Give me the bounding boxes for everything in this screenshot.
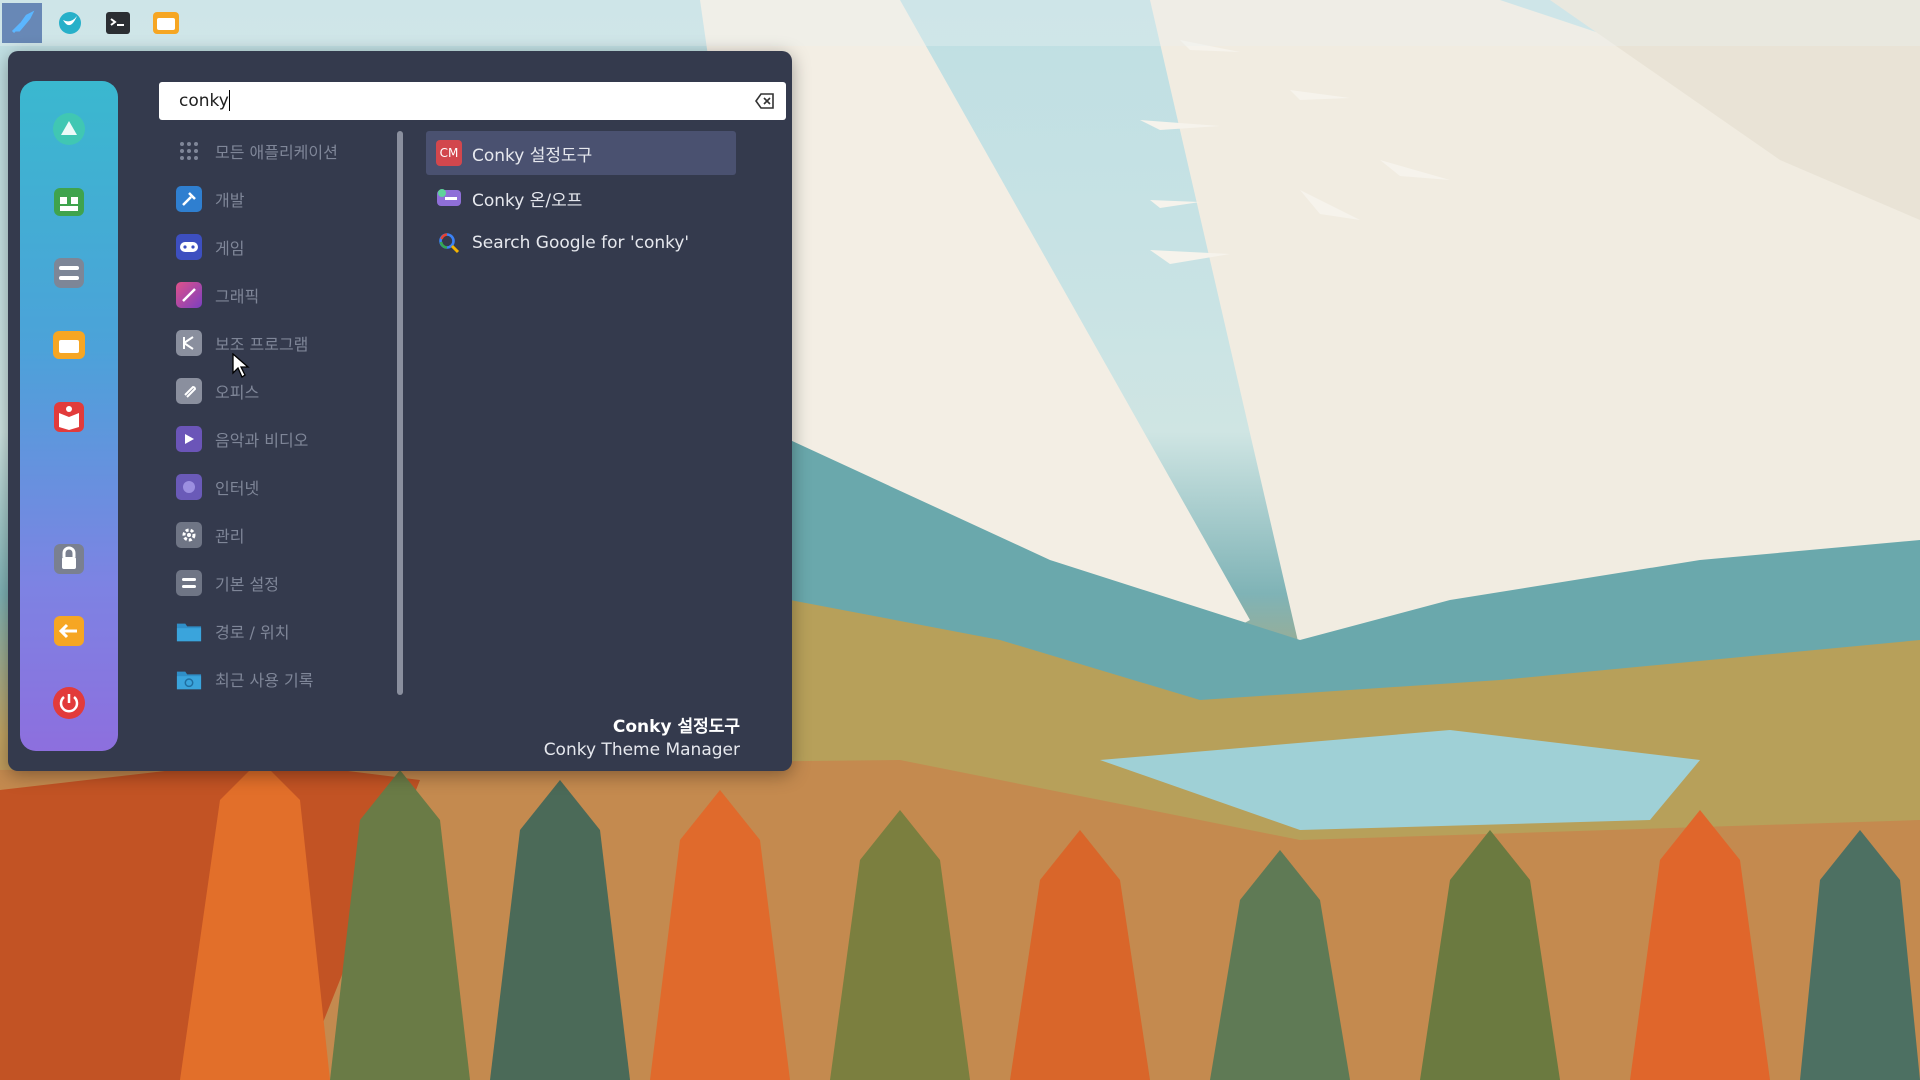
result-label: Search Google for 'conky' <box>472 233 690 253</box>
category-development[interactable]: 개발 <box>166 179 396 219</box>
result-label: Conky 온/오프 <box>472 190 583 211</box>
fav-help[interactable] <box>49 397 89 437</box>
result-conky-manager[interactable]: CM Conky 설정도구 <box>426 131 736 175</box>
category-administration[interactable]: 관리 <box>166 515 396 555</box>
result-conky-toggle[interactable]: Conky 온/오프 <box>426 176 736 220</box>
fav-files[interactable] <box>49 325 89 365</box>
category-label: 기본 설정 <box>215 575 279 594</box>
fav-software-center[interactable] <box>49 109 89 149</box>
fav-lock-screen[interactable] <box>49 539 89 579</box>
files-launcher-button[interactable] <box>146 3 186 43</box>
conky-manager-icon-text: CM <box>439 146 459 160</box>
browser-icon <box>59 12 81 34</box>
category-accessories[interactable]: 보조 프로그램 <box>166 323 396 363</box>
recent-folder-icon <box>176 666 202 692</box>
category-label: 보조 프로그램 <box>215 335 309 354</box>
google-search-icon <box>436 230 462 256</box>
selected-app-description: Conky Theme Manager <box>543 740 740 760</box>
terminal-launcher-button[interactable] <box>98 3 138 43</box>
folder-icon <box>153 12 179 34</box>
result-google-search[interactable]: Search Google for 'conky' <box>426 221 736 265</box>
category-recent[interactable]: 최근 사용 기록 <box>166 659 396 699</box>
top-panel <box>0 0 1920 46</box>
package-manager-icon <box>54 188 84 216</box>
category-label: 인터넷 <box>215 479 260 498</box>
help-book-icon <box>54 402 84 432</box>
files-folder-icon <box>53 331 85 359</box>
category-label: 최근 사용 기록 <box>215 671 314 690</box>
category-multimedia[interactable]: 음악과 비디오 <box>166 419 396 459</box>
places-folder-icon <box>176 618 202 644</box>
category-label: 모든 애플리케이션 <box>215 143 338 162</box>
graphics-icon <box>176 282 202 308</box>
power-icon <box>53 687 85 719</box>
pane-divider[interactable] <box>397 131 403 695</box>
category-office[interactable]: 오피스 <box>166 371 396 411</box>
fav-settings[interactable] <box>49 253 89 293</box>
multimedia-icon <box>176 426 202 452</box>
result-label: Conky 설정도구 <box>472 145 593 166</box>
category-label: 오피스 <box>215 383 260 402</box>
category-label: 관리 <box>215 527 245 546</box>
clear-search-icon[interactable] <box>754 91 776 111</box>
application-menu: conky 모든 애플리케이션 개발 게임 그래픽 보조 프로그램 오피스 음악… <box>8 51 792 771</box>
category-preferences[interactable]: 기본 설정 <box>166 563 396 603</box>
text-caret <box>229 90 230 111</box>
search-box[interactable]: conky <box>159 82 786 120</box>
category-label: 개발 <box>215 191 245 210</box>
category-label: 그래픽 <box>215 287 260 306</box>
lock-screen-icon <box>54 544 84 574</box>
fav-logout[interactable] <box>49 611 89 651</box>
menu-rocket-icon <box>11 10 35 34</box>
category-games[interactable]: 게임 <box>166 227 396 267</box>
mouse-pointer-icon <box>232 353 250 378</box>
fav-power[interactable] <box>49 683 89 723</box>
search-input[interactable]: conky <box>179 91 229 111</box>
menu-launcher-button[interactable] <box>2 3 42 43</box>
browser-launcher-button[interactable] <box>50 3 90 43</box>
accessories-icon <box>176 330 202 356</box>
settings-toggle-icon <box>54 258 84 288</box>
favorites-bar <box>20 81 118 751</box>
conky-toggle-icon <box>436 185 462 211</box>
office-icon <box>176 378 202 404</box>
category-label: 게임 <box>215 239 245 258</box>
terminal-icon <box>106 12 130 34</box>
selected-app-title: Conky 설정도구 <box>612 717 740 737</box>
category-label: 음악과 비디오 <box>215 431 309 450</box>
category-internet[interactable]: 인터넷 <box>166 467 396 507</box>
desktop: conky 모든 애플리케이션 개발 게임 그래픽 보조 프로그램 오피스 음악… <box>0 0 1920 1080</box>
category-label: 경로 / 위치 <box>215 623 290 642</box>
fav-package-manager[interactable] <box>49 181 89 221</box>
internet-icon <box>176 474 202 500</box>
preferences-icon <box>176 570 202 596</box>
development-icon <box>176 186 202 212</box>
selected-app-info: Conky 설정도구 Conky Theme Manager <box>544 712 740 760</box>
logout-icon <box>54 616 84 646</box>
all-apps-icon <box>176 138 202 164</box>
conky-manager-icon: CM <box>436 140 462 166</box>
category-all-apps[interactable]: 모든 애플리케이션 <box>166 131 396 171</box>
administration-icon <box>176 522 202 548</box>
software-center-icon <box>53 113 85 145</box>
games-icon <box>176 234 202 260</box>
category-graphics[interactable]: 그래픽 <box>166 275 396 315</box>
category-places[interactable]: 경로 / 위치 <box>166 611 396 651</box>
